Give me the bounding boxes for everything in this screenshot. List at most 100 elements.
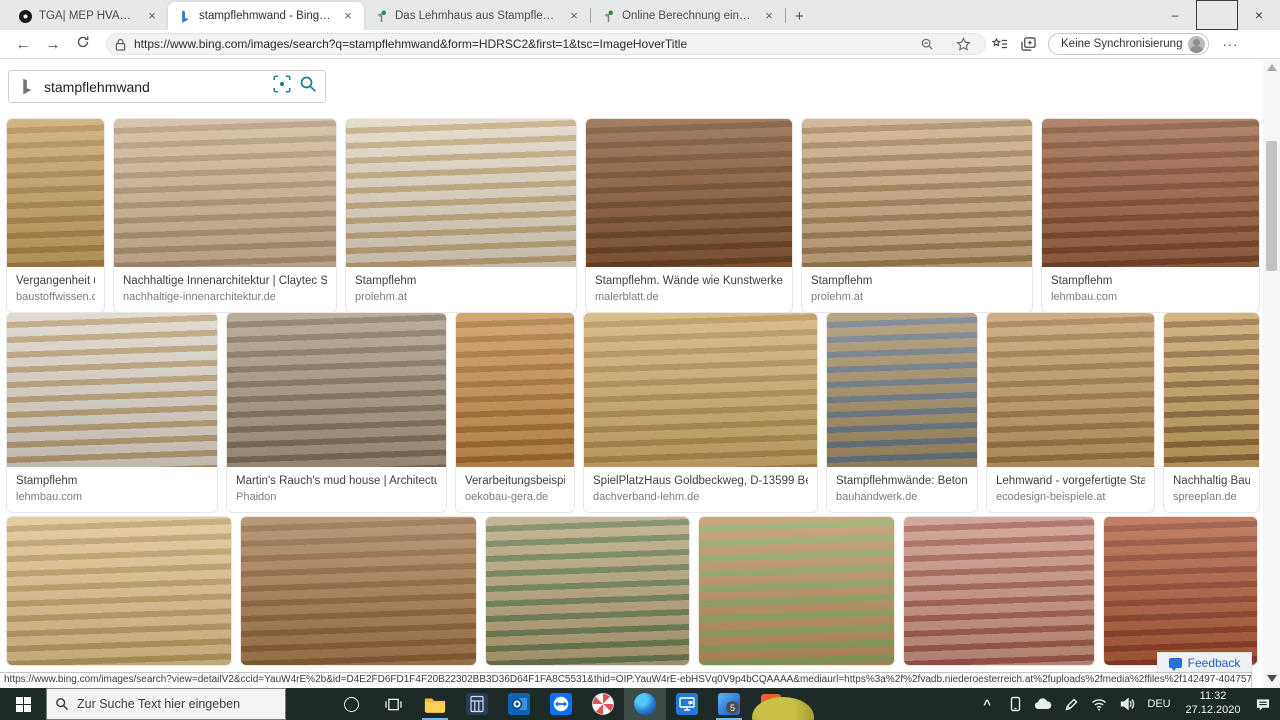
address-bar[interactable]: https://www.bing.com/images/search?q=sta… (106, 33, 986, 55)
result-title[interactable]: Vergangenheit un... (16, 273, 95, 290)
remote-desktop-button[interactable] (666, 688, 708, 720)
image-result-card[interactable]: Martin's Rauch's mud house | Architectur… (226, 312, 447, 514)
tab-online-berechnung[interactable]: Online Berechnung einer monoli × (591, 2, 785, 30)
result-image[interactable] (456, 313, 574, 467)
result-title[interactable]: Stampflehm (1051, 273, 1250, 290)
image-result-card[interactable] (698, 516, 895, 666)
result-image[interactable] (987, 313, 1154, 467)
onedrive-tray-button[interactable] (1030, 688, 1056, 720)
result-title[interactable]: Stampflehm. Wände wie Kunstwerke - Maler… (595, 273, 783, 290)
mail-app-button[interactable]: 5 (708, 688, 750, 720)
url-text[interactable]: https://www.bing.com/images/search?q=sta… (134, 37, 905, 51)
tray-expand-button[interactable]: ^ (974, 688, 1000, 720)
image-result-card[interactable]: Stampflehm prolehm.at (345, 118, 577, 314)
result-title[interactable]: Martin's Rauch's mud house | Architectur… (236, 473, 437, 490)
image-result-card[interactable]: Vergangenheit un...baustoffwissen.de (6, 118, 105, 314)
favorites-bar-icon[interactable] (986, 37, 1014, 51)
image-result-card[interactable]: Nachhaltige Innenarchitektur | Claytec S… (113, 118, 337, 314)
result-image[interactable] (1042, 119, 1259, 267)
taskbar-search-input[interactable] (77, 697, 257, 711)
vertical-scrollbar[interactable] (1263, 60, 1280, 688)
cortana-button[interactable] (330, 688, 372, 720)
result-domain[interactable]: ecodesign-beispiele.at (996, 490, 1145, 506)
visual-search-icon[interactable] (273, 75, 291, 98)
image-result-card[interactable]: Stampflehm lehmbau.com (1041, 118, 1260, 314)
image-result-card[interactable] (1103, 516, 1258, 666)
result-title[interactable]: Nachhaltig Bauen ... (1173, 473, 1250, 490)
tab-bing-images[interactable]: stampflehmwand - Bing images × (168, 2, 364, 30)
sync-profile-button[interactable]: Keine Synchronisierung (1048, 33, 1210, 55)
result-domain[interactable]: prolehm.at (811, 290, 1023, 306)
result-image[interactable] (114, 119, 336, 267)
image-result-card[interactable]: Verarbeitungsbeispiele f...oekobau-gera.… (455, 312, 575, 514)
new-tab-button[interactable]: + (795, 8, 804, 25)
result-image[interactable] (241, 517, 476, 665)
result-title[interactable]: Stampflehmwände: Betonschal... (836, 473, 968, 490)
tab-close-icon[interactable]: × (566, 8, 582, 24)
zoom-page-icon[interactable] (913, 37, 941, 51)
close-window-button[interactable]: × (1238, 0, 1280, 30)
task-view-button[interactable] (372, 688, 414, 720)
tab-close-icon[interactable]: × (340, 8, 356, 24)
image-result-card[interactable] (485, 516, 690, 666)
result-image[interactable] (346, 119, 576, 267)
outlook-button[interactable] (498, 688, 540, 720)
image-result-card[interactable]: Stampflehm lehmbau.com (6, 312, 218, 514)
bing-search-box[interactable] (8, 70, 326, 103)
scrollbar-down-arrow-icon[interactable] (1267, 675, 1277, 682)
result-image[interactable] (486, 517, 689, 665)
result-title[interactable]: Nachhaltige Innenarchitektur | Claytec S… (123, 273, 327, 290)
image-result-card[interactable] (6, 516, 232, 666)
result-image[interactable] (7, 313, 217, 467)
result-domain[interactable]: baustoffwissen.de (16, 290, 95, 306)
feedback-button[interactable]: Feedback (1157, 652, 1252, 673)
result-image[interactable] (827, 313, 977, 467)
result-domain[interactable]: oekobau-gera.de (465, 490, 565, 506)
result-image[interactable] (7, 517, 231, 665)
maximize-button[interactable] (1196, 0, 1238, 30)
image-result-card[interactable]: Stampflehmwände: Betonschal...bauhandwer… (826, 312, 978, 514)
keyboard-language-button[interactable]: DEU (1142, 698, 1176, 710)
result-image[interactable] (1104, 517, 1257, 665)
result-domain[interactable]: spreeplan.de (1173, 490, 1250, 506)
your-phone-tray-button[interactable] (1002, 688, 1028, 720)
result-title[interactable]: Stampflehm (355, 273, 567, 290)
result-image[interactable] (802, 119, 1032, 267)
snipping-tool-button[interactable] (582, 688, 624, 720)
refresh-button[interactable] (68, 35, 98, 53)
wifi-tray-button[interactable] (1086, 688, 1112, 720)
image-result-card[interactable]: SpielPlatzHaus Goldbeckweg, D-13599 Berl… (583, 312, 818, 514)
volume-tray-button[interactable] (1114, 688, 1140, 720)
result-title[interactable]: SpielPlatzHaus Goldbeckweg, D-13599 Berl… (593, 473, 808, 490)
back-button[interactable]: ← (8, 36, 38, 53)
result-domain[interactable]: nachhaltige-innenarchitektur.de (123, 290, 327, 306)
result-domain[interactable]: bauhandwerk.de (836, 490, 968, 506)
result-image[interactable] (7, 119, 104, 267)
result-image[interactable] (1164, 313, 1259, 467)
result-image[interactable] (904, 517, 1094, 665)
tab-close-icon[interactable]: × (761, 8, 777, 24)
search-input[interactable] (44, 78, 265, 95)
result-domain[interactable]: lehmbau.com (16, 490, 208, 506)
image-result-card[interactable] (903, 516, 1095, 666)
minimize-button[interactable]: – (1154, 0, 1196, 30)
scrollbar-thumb[interactable] (1266, 141, 1277, 271)
file-explorer-button[interactable] (414, 688, 456, 720)
result-domain[interactable]: prolehm.at (355, 290, 567, 306)
result-image[interactable] (584, 313, 817, 467)
result-title[interactable]: Verarbeitungsbeispiele f... (465, 473, 565, 490)
image-result-card[interactable] (240, 516, 477, 666)
image-result-card[interactable]: Nachhaltig Bauen ...spreeplan.de (1163, 312, 1260, 514)
favorite-star-icon[interactable] (949, 36, 977, 52)
collections-icon[interactable] (1014, 37, 1042, 51)
edge-button[interactable] (624, 688, 666, 720)
start-button[interactable] (0, 688, 46, 720)
result-image[interactable] (699, 517, 894, 665)
taskbar-clock[interactable]: 11:32 27.12.2020 (1178, 690, 1248, 718)
image-result-card[interactable]: Stampflehm. Wände wie Kunstwerke - Maler… (585, 118, 793, 314)
search-submit-icon[interactable] (299, 75, 317, 98)
taskbar-search-box[interactable] (46, 688, 286, 720)
teamviewer-button[interactable] (540, 688, 582, 720)
result-domain[interactable]: dachverband-lehm.de (593, 490, 808, 506)
result-domain[interactable]: malerblatt.de (595, 290, 783, 306)
